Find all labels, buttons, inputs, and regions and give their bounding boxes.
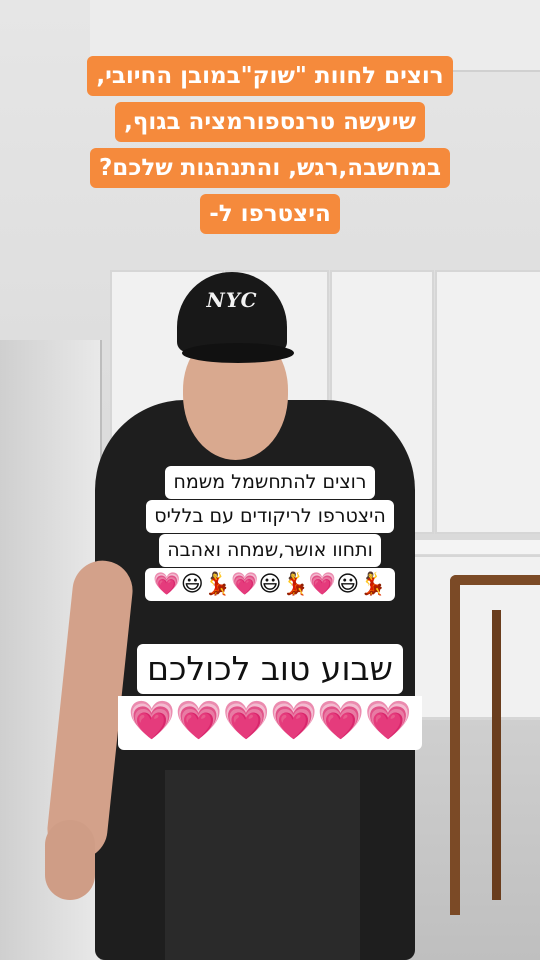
person-pants (165, 770, 360, 960)
emoji-line: 💃😃💗💃😃💗💃😃💗 (145, 568, 395, 601)
white-caption: 💃😃💗💃😃💗💃😃💗 (0, 568, 540, 601)
greeting-caption: שבוע טוב לכולכם (0, 644, 540, 694)
greeting-hearts: 💗💗💗💗💗💗 (0, 696, 540, 750)
orange-caption-line: רוצים לחוות "שוק"במובן החיובי, (87, 56, 453, 96)
orange-caption-line: שיעשה טרנספורמציה בגוף, (115, 102, 425, 142)
white-caption-line: ותחוו אושר,שמחה ואהבה (159, 534, 381, 567)
orange-caption-line: היצטרפו ל- (200, 194, 340, 234)
greeting-text: שבוע טוב לכולכם (137, 644, 403, 694)
orange-caption: רוצים לחוות "שוק"במובן החיובי, (0, 56, 540, 96)
cap-logo: NYC (206, 288, 258, 312)
hearts-icon-row: 💗💗💗💗💗💗 (118, 696, 422, 750)
orange-caption: במחשבה,רגש, והתנהגות שלכם? (0, 148, 540, 188)
cap-brim (182, 343, 294, 363)
orange-caption-line: במחשבה,רגש, והתנהגות שלכם? (89, 148, 451, 188)
white-caption: היצטרפו לריקודים עם בלליס (0, 500, 540, 533)
person-hand (45, 820, 95, 900)
white-caption-line: היצטרפו לריקודים עם בלליס (146, 500, 394, 533)
white-caption: רוצים להתחשמל משמח (0, 466, 540, 499)
white-caption: ותחוו אושר,שמחה ואהבה (0, 534, 540, 567)
orange-caption: היצטרפו ל- (0, 194, 540, 234)
white-caption-line: רוצים להתחשמל משמח (165, 466, 375, 499)
orange-caption: שיעשה טרנספורמציה בגוף, (0, 102, 540, 142)
